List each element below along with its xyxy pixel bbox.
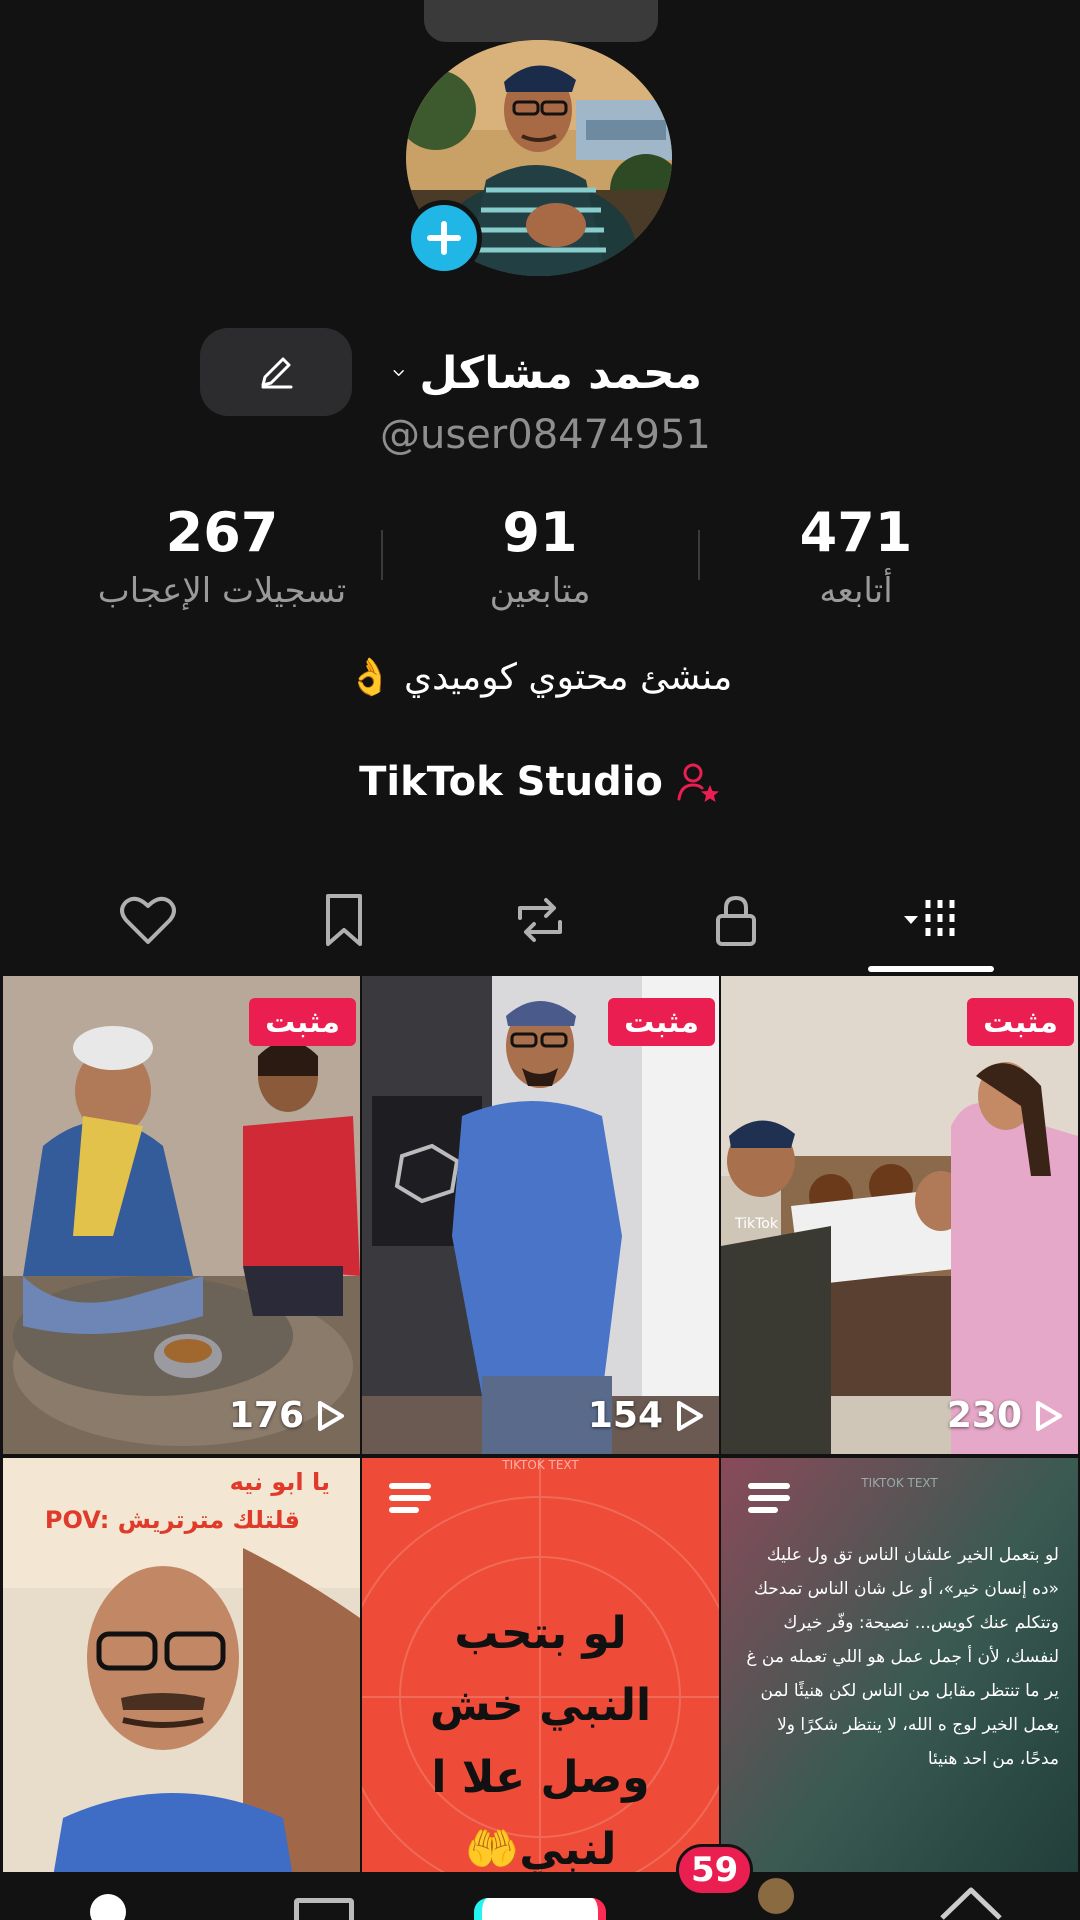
followers-stat[interactable]: 91 متابعين — [400, 500, 680, 616]
bookmark-icon — [326, 894, 362, 946]
pinned-badge: مثبت — [967, 998, 1074, 1046]
following-count: 471 — [799, 501, 913, 564]
lock-icon — [716, 895, 756, 946]
tab-favorites[interactable] — [284, 870, 404, 970]
video-thumbnail-image: TikTok — [721, 976, 1078, 1454]
studio-label: TikTok Studio — [359, 759, 663, 805]
followers-label: متابعين — [489, 571, 591, 611]
home-icon[interactable] — [90, 1894, 126, 1920]
creator-star-icon — [677, 763, 719, 802]
tab-private[interactable] — [676, 870, 796, 970]
play-icon — [1036, 1400, 1062, 1431]
pencil-icon — [261, 357, 293, 389]
stat-divider — [381, 530, 383, 580]
followers-count: 91 — [502, 501, 578, 564]
watermark-text: TIKTOK TEXT — [502, 1458, 579, 1472]
inbox-badge[interactable]: 59 — [676, 1844, 754, 1896]
post-text: لو بتعمل الخير علشان الناس تق ول عليك «د… — [746, 1545, 1059, 1769]
add-story-button[interactable] — [406, 200, 482, 276]
view-count-value: 230 — [946, 1395, 1022, 1436]
heart-icon — [120, 896, 176, 944]
repost-icon — [518, 898, 562, 942]
video-thumbnail-image — [3, 976, 360, 1454]
tab-reposts[interactable] — [480, 870, 600, 970]
tiktok-studio-link[interactable]: TikTok Studio — [340, 752, 740, 812]
tab-liked[interactable] — [88, 870, 208, 970]
bio: منشئ محتوي كوميدي 👌 — [347, 657, 733, 698]
username: @user08474951 — [380, 412, 711, 458]
play-icon — [318, 1400, 344, 1431]
grid-icon — [904, 900, 955, 940]
pinned-badge: مثبت — [249, 998, 356, 1046]
menu-lines-icon — [748, 1483, 790, 1513]
video-thumbnail[interactable]: TIKTOK TEXT لو بتحب النبي خش وصل علا ا ل… — [362, 1458, 719, 1920]
chevron-down-icon — [393, 370, 404, 376]
menu-lines-icon — [389, 1483, 431, 1513]
svg-text:TikTok: TikTok — [734, 1216, 779, 1232]
video-thumbnail-image — [362, 976, 719, 1454]
chevron-up-icon[interactable] — [936, 1882, 1006, 1920]
overlay-text-top: يا ابو نيه — [229, 1468, 330, 1496]
view-count: 176 — [229, 1395, 346, 1436]
display-name: محمد مشاكل — [419, 347, 702, 399]
video-thumbnail[interactable]: مثبت 154 — [362, 976, 719, 1454]
stat-divider — [698, 530, 700, 580]
profile-tabs — [0, 870, 1080, 970]
friends-icon[interactable] — [294, 1898, 354, 1920]
overlay-text-pov: POV: قلتلك مترتريش — [44, 1506, 300, 1534]
following-stat[interactable]: 471 أتابعه — [716, 500, 996, 616]
account-switcher[interactable]: محمد مشاكل — [392, 340, 702, 406]
view-count: 230 — [947, 1395, 1064, 1436]
create-button[interactable] — [474, 1898, 606, 1920]
video-thumbnail[interactable]: يا ابو نيه POV: قلتلك مترتريش — [3, 1458, 360, 1920]
likes-stat[interactable]: 267 تسجيلات الإعجاب — [82, 500, 362, 616]
add-icon — [427, 221, 461, 255]
following-label: أتابعه — [819, 571, 893, 611]
edit-profile-button[interactable] — [200, 328, 352, 416]
profile-avatar-area[interactable] — [406, 40, 672, 276]
pinned-badge: مثبت — [608, 998, 715, 1046]
likes-label: تسجيلات الإعجاب — [97, 571, 347, 611]
video-thumbnail[interactable]: مثبت 176 — [3, 976, 360, 1454]
top-toast-pill — [424, 0, 658, 42]
video-thumbnail[interactable]: TikTok مثبت 230 — [721, 976, 1078, 1454]
active-tab-indicator — [868, 966, 994, 972]
profile-nav-avatar[interactable] — [758, 1878, 794, 1914]
view-count-value: 176 — [228, 1395, 304, 1436]
post-text: لو بتحب النبي خش وصل علا ا لنبي🤲 — [429, 1608, 652, 1875]
play-icon — [677, 1400, 703, 1431]
view-count-value: 154 — [587, 1395, 663, 1436]
bottom-navigation: 59 — [0, 1844, 1080, 1920]
likes-count: 267 — [165, 501, 279, 564]
tab-videos[interactable] — [872, 870, 992, 970]
video-thumbnail[interactable]: TIKTOK TEXT لو بتعمل الخير علشان الناس ت… — [721, 1458, 1078, 1920]
view-count: 154 — [588, 1395, 705, 1436]
